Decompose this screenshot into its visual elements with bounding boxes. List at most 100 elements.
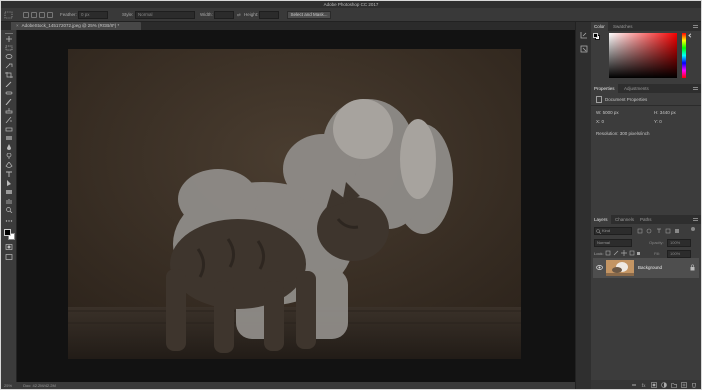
color-field[interactable] [609,33,677,78]
history-panel-icon[interactable] [580,31,588,39]
move-tool-icon[interactable] [5,36,13,42]
screen-mode-icon[interactable] [5,254,13,260]
tab-channels[interactable]: Channels [612,215,637,224]
path-select-tool-icon[interactable] [5,180,13,186]
clone-stamp-tool-icon[interactable] [5,108,13,114]
intersect-selection-icon[interactable] [47,12,53,18]
new-layer-icon[interactable] [681,382,687,388]
filter-toggle-icon[interactable] [691,227,695,231]
document-tab[interactable]: × AdobeStock_145172072.jpeg @ 25% (RGB/8… [11,22,141,30]
swap-icon[interactable]: ⇄ [237,12,241,18]
marquee-tool-icon[interactable] [5,45,13,51]
layer-style-icon[interactable]: fx [641,382,647,389]
brush-tool-icon[interactable] [5,99,13,105]
home-icon[interactable] [4,11,13,19]
color-panel-header: Color Swatches [591,22,701,31]
gradient-tool-icon[interactable] [5,135,13,141]
zoom-level[interactable]: 25% [4,383,12,388]
hand-tool-icon[interactable] [5,198,13,204]
quick-mask-icon[interactable] [5,244,13,250]
opacity-label: Opacity: [649,240,664,245]
doc-height[interactable]: H: 3440 px [654,110,676,115]
new-group-icon[interactable] [671,382,677,388]
history-brush-tool-icon[interactable] [5,117,13,123]
canvas-area[interactable] [17,30,575,382]
tab-paths[interactable]: Paths [637,215,655,224]
doc-y[interactable]: Y: 0 [654,119,662,124]
lock-icons[interactable] [605,250,641,256]
layer-filter-icons[interactable] [637,228,687,234]
doc-width[interactable]: W: 5000 px [596,110,619,115]
feather-input[interactable]: 0 px [78,11,108,19]
hue-slider[interactable] [682,33,686,78]
link-layers-icon[interactable] [631,382,637,388]
dodge-tool-icon[interactable] [5,153,13,159]
fill-label: Fill: [654,251,661,256]
height-label: Height: [244,12,259,17]
doc-x[interactable]: X: 0 [596,119,604,124]
title-bar: Adobe Photoshop CC 2017 [1,1,701,8]
tab-adjustments[interactable]: Adjustments [621,84,652,93]
adjustment-layer-icon[interactable] [661,382,667,388]
lock-icon [690,264,695,271]
document-icon [596,96,602,103]
toolbar [1,30,17,382]
layer-row[interactable]: Background [593,258,699,278]
properties-section-title: Document Properties [605,97,648,102]
blend-mode-select[interactable]: Normal [594,239,632,247]
delete-layer-icon[interactable] [691,382,697,388]
style-label: Style: [122,12,134,17]
width-input[interactable] [214,11,234,19]
options-bar: Feather: 0 px Style: Normal Width: ⇄ Hei… [1,8,701,22]
document-image[interactable] [68,49,521,359]
new-selection-icon[interactable] [23,12,29,18]
search-icon [596,229,601,234]
fill-input[interactable]: 100% [667,250,691,258]
layers-footer: fx [591,380,701,389]
document-info[interactable]: Doc: 42.2M/42.2M [23,383,56,388]
edit-toolbar-icon[interactable] [5,218,13,224]
photoshop-window: Adobe Photoshop CC 2017 Feather: 0 px St… [0,0,702,390]
properties-panel-icon[interactable] [580,45,588,53]
layer-filter-select[interactable]: Kind [594,227,632,235]
style-select[interactable]: Normal [135,11,195,19]
panel-icon-strip [575,22,591,389]
quick-select-tool-icon[interactable] [5,63,13,69]
pen-tool-icon[interactable] [5,162,13,168]
select-and-mask-button[interactable]: Select and Mask... [287,11,331,19]
tab-layers[interactable]: Layers [591,215,611,224]
height-input[interactable] [259,11,279,19]
zoom-tool-icon[interactable] [5,207,13,213]
healing-tool-icon[interactable] [5,90,13,96]
toolbar-collapse-icon[interactable] [4,32,14,35]
type-tool-icon[interactable] [5,171,13,177]
add-mask-icon[interactable] [651,382,657,388]
tab-properties[interactable]: Properties [591,84,618,93]
document-tab-bar: × AdobeStock_145172072.jpeg @ 25% (RGB/8… [1,22,575,30]
status-bar: 25% Doc: 42.2M/42.2M [1,382,575,389]
filter-kind-label: Kind [602,228,611,233]
opacity-input[interactable]: 100% [667,239,691,247]
eyedropper-tool-icon[interactable] [5,81,13,87]
subtract-selection-icon[interactable] [39,12,45,18]
properties-panel-menu-icon[interactable] [693,87,698,90]
kitten-puppy-photo [68,49,521,359]
eraser-tool-icon[interactable] [5,126,13,132]
crop-tool-icon[interactable] [5,72,13,78]
tab-color[interactable]: Color [591,22,608,31]
add-to-selection-icon[interactable] [31,12,37,18]
eye-icon[interactable] [596,265,603,270]
blur-tool-icon[interactable] [5,144,13,150]
document-tab-label: AdobeStock_145172072.jpeg @ 25% (RGB/8*)… [21,23,120,28]
window-title: Adobe Photoshop CC 2017 [323,2,379,7]
right-panels: Color Swatches Properties Adjustments Do… [591,22,701,389]
close-tab-icon[interactable]: × [16,23,19,28]
panel-foreground-swatch[interactable] [593,33,598,38]
tab-swatches[interactable]: Swatches [610,22,636,31]
layers-panel-menu-icon[interactable] [693,218,698,221]
color-panel-menu-icon[interactable] [693,25,698,28]
layer-name[interactable]: Background [638,265,662,270]
lasso-tool-icon[interactable] [5,54,13,60]
foreground-color-swatch[interactable] [4,229,11,236]
shape-tool-icon[interactable] [5,189,13,195]
